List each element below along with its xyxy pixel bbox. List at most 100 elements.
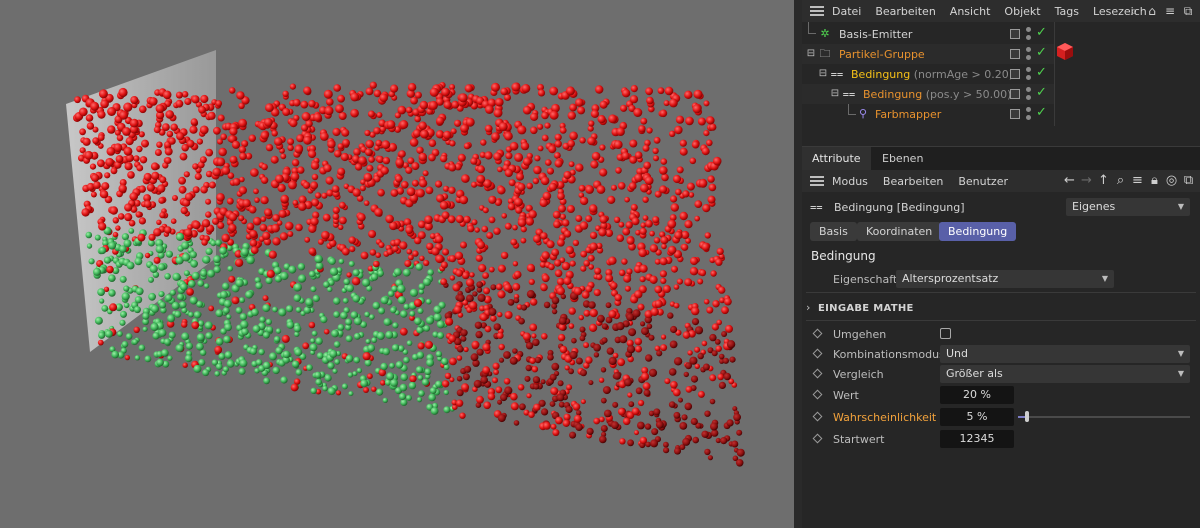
enabled-check-icon[interactable]: ✓ (1036, 25, 1047, 40)
visibility-dots-icon[interactable] (1026, 87, 1032, 101)
back-arrow-icon[interactable]: ← (1062, 173, 1077, 189)
enabled-check-icon[interactable]: ✓ (1036, 45, 1047, 60)
menu-bearbeiten[interactable]: Bearbeiten (883, 175, 943, 188)
lock-icon[interactable]: 🔒︎ (1147, 173, 1162, 189)
keyframe-diamond-icon[interactable] (812, 433, 823, 444)
menu-modus[interactable]: Modus (832, 175, 868, 188)
combination-dropdown[interactable]: Und ▼ (940, 345, 1190, 363)
probability-field[interactable]: 5 % (940, 408, 1014, 426)
keyframe-diamond-icon[interactable] (812, 328, 823, 339)
search-icon[interactable]: ⌕ (1113, 173, 1128, 189)
particle (528, 411, 535, 419)
particle (685, 116, 694, 126)
menu-ansicht[interactable]: Ansicht (950, 5, 991, 18)
particle (621, 151, 630, 160)
object-toggles[interactable]: ✓ (1010, 25, 1056, 41)
particle-viewport-canvas[interactable] (0, 0, 794, 528)
particle (92, 137, 100, 145)
comparison-dropdown[interactable]: Größer als ▼ (940, 365, 1190, 383)
keyframe-diamond-icon[interactable] (812, 348, 823, 359)
object-row-bedingung-posy[interactable]: ⊟ ⩵ Bedingung (pos.y > 50.00) ✓ (802, 84, 1054, 104)
enabled-check-icon[interactable]: ✓ (1036, 65, 1047, 80)
bypass-checkbox[interactable] (940, 328, 951, 339)
particle (715, 345, 722, 352)
enabled-check-icon[interactable]: ✓ (1036, 105, 1047, 120)
object-row-bedingung-normage[interactable]: ⊟ ⩵ Bedingung (normAge > 0.20) ✓ (802, 64, 1054, 84)
visibility-dots-icon[interactable] (1026, 47, 1032, 61)
viewport[interactable] (0, 0, 794, 528)
keyframe-diamond-icon[interactable] (812, 411, 823, 422)
menu-benutzer[interactable]: Benutzer (958, 175, 1008, 188)
visibility-dots-icon[interactable] (1026, 107, 1032, 121)
particle (380, 296, 389, 305)
particle (282, 108, 291, 116)
particle-group-tag-icon[interactable] (1056, 42, 1074, 62)
object-toggles[interactable]: ✓ (1010, 65, 1056, 81)
layer-box-icon[interactable] (1010, 109, 1020, 119)
collapse-toggle-icon[interactable]: ⊟ (804, 47, 818, 61)
chevron-right-icon[interactable]: › (806, 301, 810, 314)
particle (109, 206, 119, 215)
probability-slider-track[interactable] (1018, 416, 1190, 418)
object-toggles[interactable]: ✓ (1010, 45, 1056, 61)
particle (353, 332, 361, 340)
layer-box-icon[interactable] (1010, 49, 1020, 59)
home-icon[interactable]: ⌂ (1144, 3, 1160, 19)
menu-objekt[interactable]: Objekt (1004, 5, 1040, 18)
particle (417, 220, 426, 229)
particle (441, 380, 450, 388)
search-icon[interactable]: ⌕ (1126, 3, 1142, 19)
particle (559, 345, 568, 354)
object-toggles[interactable]: ✓ (1010, 105, 1056, 121)
keyframe-diamond-icon[interactable] (812, 368, 823, 379)
layer-box-icon[interactable] (1010, 29, 1020, 39)
keyframe-diamond-icon[interactable] (812, 389, 823, 400)
particle (541, 111, 549, 120)
object-row-partikel-gruppe[interactable]: ⊟ 🗀 Partikel-Gruppe ✓ (802, 44, 1054, 64)
mode-dropdown[interactable]: Eigenes ▼ (1066, 198, 1190, 216)
hamburger-menu-icon[interactable] (810, 6, 824, 16)
menu-datei[interactable]: Datei (832, 5, 861, 18)
probability-slider-handle[interactable] (1025, 411, 1029, 422)
particle (418, 390, 425, 397)
object-name: Bedingung (pos.y > 50.00) (863, 88, 1012, 101)
object-row-basis-emitter[interactable]: ✲ Basis-Emitter ✓ (802, 24, 1054, 44)
target-icon[interactable]: ◎ (1164, 173, 1179, 189)
filter-icon[interactable]: ≡ (1130, 173, 1145, 189)
property-dropdown[interactable]: Altersprozentsatz ▼ (896, 270, 1114, 288)
up-arrow-icon[interactable]: ↑ (1096, 173, 1111, 189)
value-field[interactable]: 20 % (940, 386, 1014, 404)
popout-icon[interactable]: ⧉ (1181, 173, 1196, 189)
collapse-toggle-icon[interactable]: ⊟ (816, 67, 830, 81)
menu-bearbeiten[interactable]: Bearbeiten (875, 5, 935, 18)
particle (661, 334, 667, 340)
subtab-basis[interactable]: Basis (810, 222, 857, 241)
forward-arrow-icon[interactable]: → (1079, 173, 1094, 189)
seed-field[interactable]: 12345 (940, 430, 1014, 448)
hamburger-menu-icon[interactable] (810, 176, 824, 186)
panel-splitter[interactable] (794, 0, 802, 528)
object-toggles[interactable]: ✓ (1010, 85, 1056, 101)
particle (409, 138, 419, 147)
visibility-dots-icon[interactable] (1026, 27, 1032, 41)
enabled-check-icon[interactable]: ✓ (1036, 85, 1047, 100)
filter-icon[interactable]: ≡ (1162, 3, 1178, 19)
group-eingabe-mathe[interactable]: EINGABE MATHE (818, 303, 914, 314)
layer-box-icon[interactable] (1010, 69, 1020, 79)
layer-box-icon[interactable] (1010, 89, 1020, 99)
collapse-toggle-icon[interactable]: ⊟ (828, 87, 842, 101)
menu-tags[interactable]: Tags (1055, 5, 1079, 18)
particle (196, 342, 204, 351)
object-row-farbmapper[interactable]: ⚲ Farbmapper ✓ (802, 104, 1054, 124)
subtab-koordinaten[interactable]: Koordinaten (857, 222, 942, 241)
particle (718, 381, 727, 389)
particle (215, 239, 222, 246)
tab-ebenen[interactable]: Ebenen (872, 147, 933, 171)
popout-icon[interactable]: ⧉ (1180, 3, 1196, 19)
emitter-icon: ✲ (820, 27, 830, 40)
particle (337, 167, 346, 176)
visibility-dots-icon[interactable] (1026, 67, 1032, 81)
subtab-bedingung[interactable]: Bedingung (939, 222, 1017, 241)
particle (461, 174, 470, 183)
tab-attribute[interactable]: Attribute (802, 147, 871, 171)
